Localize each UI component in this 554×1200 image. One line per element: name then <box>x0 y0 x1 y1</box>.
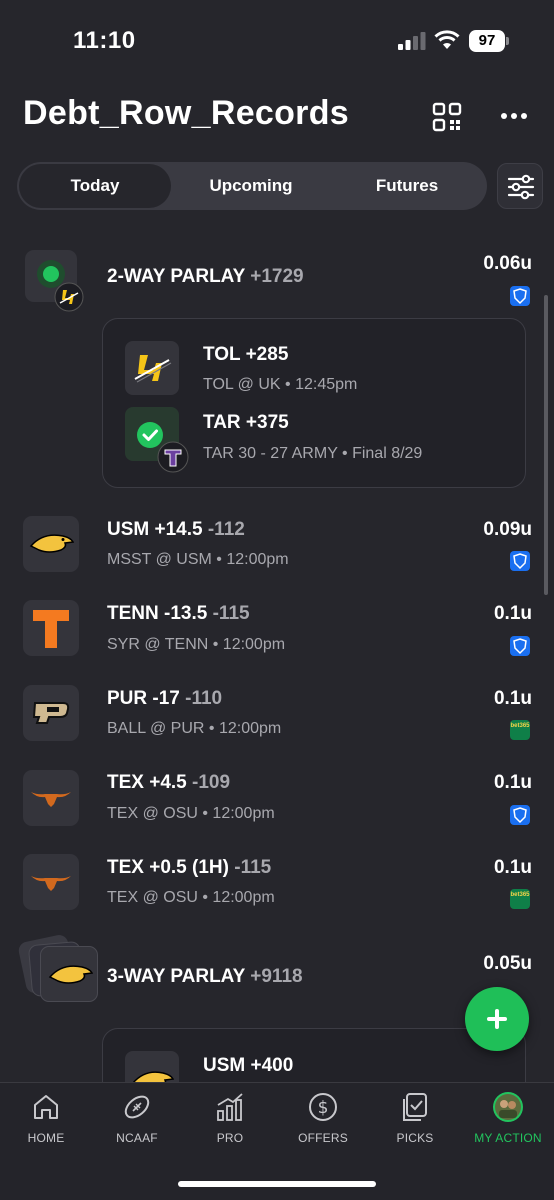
bet-units: 0.1u <box>493 857 532 878</box>
chart-icon <box>217 1093 243 1121</box>
bet-subtitle: BALL @ PUR • 12:00pm <box>107 720 282 737</box>
leg-title: TAR +375 <box>203 412 289 433</box>
fanduel-icon <box>510 805 530 825</box>
football-icon <box>124 1095 150 1119</box>
bet-units: 0.06u <box>483 253 532 274</box>
tarleton-logo-icon <box>157 441 189 473</box>
signal-icon <box>398 32 426 50</box>
nav-offers[interactable]: $ OFFERS <box>278 1091 368 1151</box>
leg-logo-tile <box>125 341 179 395</box>
team-logo-tile <box>23 516 79 572</box>
battery-icon: 97 <box>469 30 509 52</box>
nav-label: HOME <box>27 1131 65 1145</box>
svg-text:$: $ <box>318 1098 329 1118</box>
team-logo-tile <box>23 685 79 741</box>
home-icon <box>34 1095 58 1119</box>
leg-title: USM +400 <box>203 1055 294 1076</box>
bet365-icon: bet365 <box>510 720 530 740</box>
bet365-icon: bet365 <box>510 889 530 909</box>
wifi-icon <box>434 30 460 49</box>
bet-title: PUR -17 -110 <box>107 688 223 709</box>
dollar-icon: $ <box>309 1093 337 1121</box>
leg-title: TOL +285 <box>203 344 289 365</box>
nav-home[interactable]: HOME <box>1 1091 91 1151</box>
header: Debt_Row_Records <box>0 92 554 142</box>
team-logo-tile <box>23 854 79 910</box>
tab-today[interactable]: Today <box>19 164 171 208</box>
nav-pro[interactable]: PRO <box>185 1091 275 1151</box>
status-time: 11:10 <box>73 27 136 54</box>
tennessee-logo-icon <box>33 610 69 648</box>
team-logo-tile <box>23 770 79 826</box>
avatar-icon <box>493 1092 523 1122</box>
team-logo-tile <box>40 946 98 1002</box>
nav-label: PRO <box>216 1131 244 1145</box>
qr-code-icon[interactable] <box>432 102 462 132</box>
page-title: Debt_Row_Records <box>23 94 349 132</box>
nav-label: NCAAF <box>116 1131 158 1145</box>
bet-units: 0.1u <box>493 688 532 709</box>
add-bet-button[interactable] <box>465 987 529 1051</box>
fanduel-icon <box>510 636 530 656</box>
status-bar: 11:10 97 <box>0 0 554 80</box>
more-options-icon[interactable] <box>498 104 530 128</box>
nav-label: PICKS <box>396 1131 434 1145</box>
bet-title: TEX +0.5 (1H) -115 <box>107 857 272 878</box>
nav-label: MY ACTION <box>474 1131 542 1145</box>
bet-title: 2-WAY PARLAY +1729 <box>107 266 304 287</box>
scrollbar[interactable] <box>544 295 548 595</box>
bet-title: TEX +4.5 -109 <box>107 772 231 793</box>
longhorn-logo-icon <box>31 792 71 807</box>
picks-icon <box>403 1093 427 1121</box>
bet-units: 0.05u <box>483 953 532 974</box>
bet-units: 0.1u <box>493 603 532 624</box>
bet-title: TENN -13.5 -115 <box>107 603 250 624</box>
toledo-logo-icon <box>54 282 84 312</box>
team-logo-tile <box>23 600 79 656</box>
bet-title: USM +14.5 -112 <box>107 519 245 540</box>
parlay-legs-card: TOL +285 TOL @ UK • 12:45pm TAR +375 TAR… <box>102 318 526 488</box>
date-filter-tabs: Today Upcoming Futures <box>17 162 487 210</box>
nav-my-action[interactable]: MY ACTION <box>463 1091 553 1151</box>
battery-level: 97 <box>469 30 505 52</box>
bet-subtitle: TEX @ OSU • 12:00pm <box>107 805 275 822</box>
leg-subtitle: TOL @ UK • 12:45pm <box>203 376 358 393</box>
bet-subtitle: MSST @ USM • 12:00pm <box>107 551 289 568</box>
bet-subtitle: SYR @ TENN • 12:00pm <box>107 636 286 653</box>
fanduel-icon <box>510 551 530 571</box>
tab-upcoming[interactable]: Upcoming <box>173 164 329 208</box>
sliders-icon <box>507 174 535 200</box>
bet-units: 0.1u <box>493 772 532 793</box>
longhorn-logo-icon <box>31 876 71 891</box>
nav-label: OFFERS <box>298 1131 348 1145</box>
filter-button[interactable] <box>497 163 543 209</box>
home-indicator <box>178 1181 376 1187</box>
purdue-logo-icon <box>32 702 70 724</box>
tab-futures[interactable]: Futures <box>329 164 485 208</box>
bet-title: 3-WAY PARLAY +9118 <box>107 966 303 987</box>
toledo-logo-icon <box>134 355 172 383</box>
fanduel-icon <box>510 286 530 306</box>
bet-subtitle: TEX @ OSU • 12:00pm <box>107 889 275 906</box>
golden-eagle-logo-icon <box>48 965 94 984</box>
bet-units: 0.09u <box>483 519 532 540</box>
nav-picks[interactable]: PICKS <box>370 1091 460 1151</box>
leg-subtitle: TAR 30 - 27 ARMY • Final 8/29 <box>203 445 423 462</box>
nav-ncaaf[interactable]: NCAAF <box>92 1091 182 1151</box>
golden-eagle-logo-icon <box>29 534 75 553</box>
